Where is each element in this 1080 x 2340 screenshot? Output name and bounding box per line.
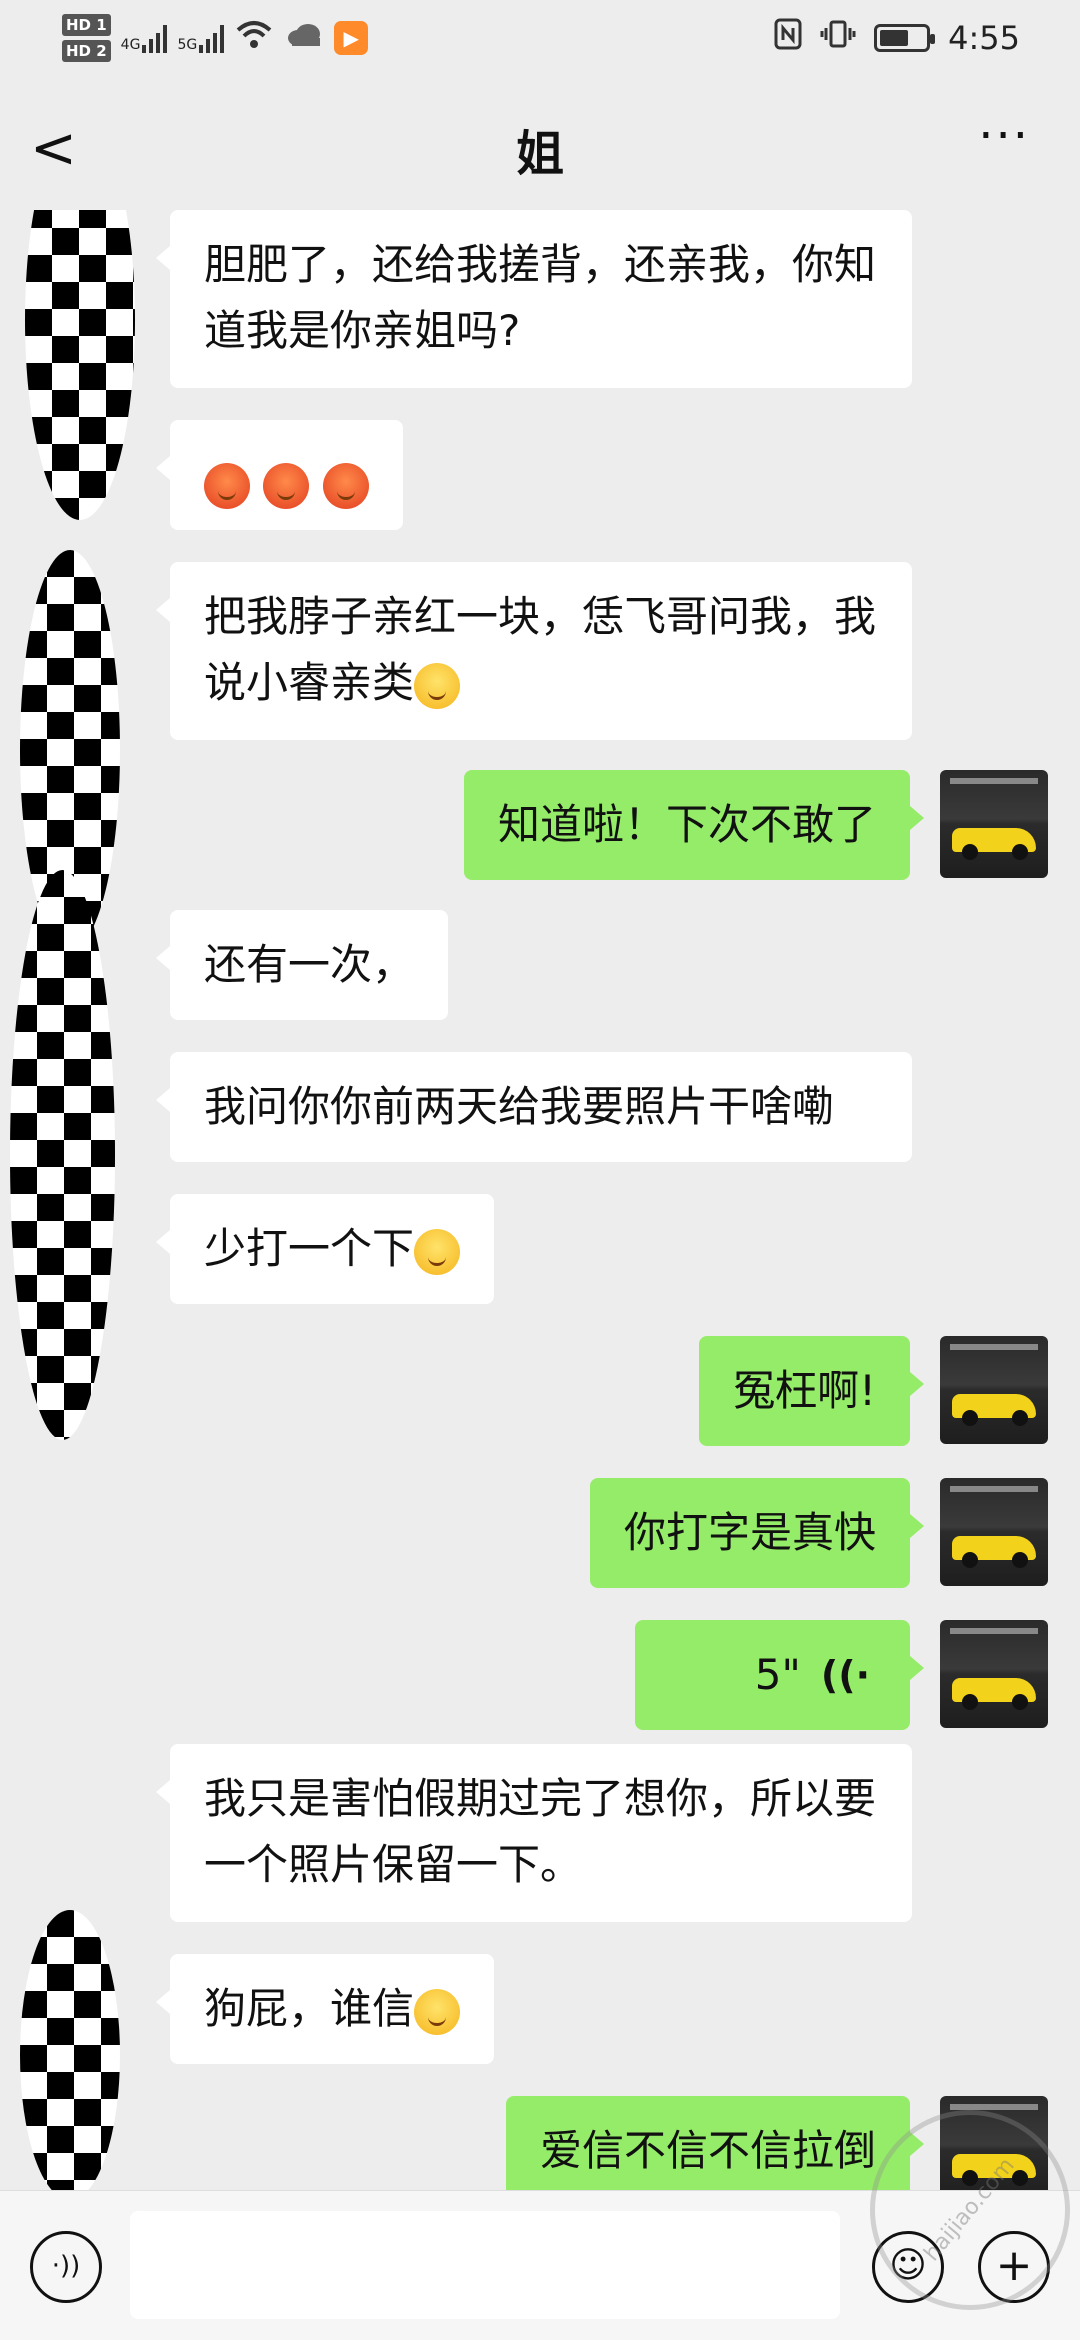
message-text: 还有一次， xyxy=(204,940,415,989)
voice-message-sent[interactable]: 5" ((· xyxy=(635,1620,924,1730)
message-text: 把我脖子亲红一块，恁飞哥问我，我说小睿亲类 xyxy=(204,592,877,707)
voice-duration: 5" xyxy=(754,1650,801,1699)
chat-title: 姐 xyxy=(515,126,564,182)
message-bubble[interactable]: 还有一次， xyxy=(155,910,449,1020)
contact-avatar-obscured[interactable] xyxy=(10,870,115,1440)
message-sent[interactable]: 你打字是真快 xyxy=(589,1478,925,1588)
sim2-badge: HD 2 xyxy=(62,40,111,62)
voice-wave-icon: ((· xyxy=(820,1653,870,1697)
thinking-face-icon xyxy=(414,1228,461,1275)
message-bubble[interactable]: 冤枉啊! xyxy=(699,1336,924,1446)
app-notification-icon: ▶ xyxy=(334,21,369,55)
message-bubble[interactable]: 胆肥了，还给我搓背，还亲我，你知道我是你亲姐吗? xyxy=(156,210,912,388)
message-bubble[interactable]: 狗屁，谁信 xyxy=(155,1954,495,2064)
message-bubble[interactable] xyxy=(156,420,403,530)
message-sent[interactable]: 知道啦！下次不敢了 xyxy=(463,770,925,880)
message-received[interactable]: 我问你你前两天给我要照片干啥嘞 xyxy=(156,1052,912,1162)
message-input[interactable] xyxy=(130,2211,840,2319)
message-received[interactable]: 胆肥了，还给我搓背，还亲我，你知道我是你亲姐吗? xyxy=(156,210,912,388)
message-sent[interactable]: 爱信不信不信拉倒 xyxy=(505,2096,925,2190)
nfc-icon xyxy=(774,18,802,58)
voice-input-button[interactable]: ·)) xyxy=(30,2231,102,2303)
angry-face-icon xyxy=(322,462,369,509)
more-options-button[interactable]: ··· xyxy=(978,108,1030,164)
signal-4g: 4G xyxy=(121,23,168,53)
message-bubble[interactable]: 知道啦！下次不敢了 xyxy=(463,770,925,880)
sim1-badge: HD 1 xyxy=(62,14,111,36)
cloud-icon xyxy=(284,21,324,56)
message-text: 爱信不信不信拉倒 xyxy=(539,2126,876,2175)
message-bubble[interactable]: 少打一个下 xyxy=(155,1194,495,1304)
message-received[interactable]: 我只是害怕假期过完了想你，所以要一个照片保留一下。 xyxy=(156,1744,912,1922)
net2-label: 5G xyxy=(177,37,198,53)
winking-face-icon xyxy=(414,1988,461,2035)
smiling-face-icon xyxy=(414,662,461,709)
chat-header: < 姐 ··· xyxy=(0,80,1080,210)
message-received[interactable]: 少打一个下 xyxy=(155,1194,495,1304)
message-bubble[interactable]: 把我脖子亲红一块，恁飞哥问我，我说小睿亲类 xyxy=(156,562,912,740)
signal-bars-icon xyxy=(142,23,168,53)
message-received[interactable] xyxy=(156,420,403,530)
wifi-icon xyxy=(234,18,274,58)
status-right: 4:55 xyxy=(774,18,1020,58)
user-avatar[interactable] xyxy=(940,770,1048,878)
message-received[interactable]: 把我脖子亲红一块，恁飞哥问我，我说小睿亲类 xyxy=(156,562,912,740)
contact-avatar-obscured[interactable] xyxy=(20,1910,120,2190)
angry-face-icon xyxy=(263,462,310,509)
contact-avatar-obscured[interactable] xyxy=(25,210,135,520)
message-text: 我只是害怕假期过完了想你，所以要一个照片保留一下。 xyxy=(204,1774,877,1889)
message-text: 知道啦！下次不敢了 xyxy=(497,800,876,849)
net1-label: 4G xyxy=(120,37,141,53)
message-list[interactable]: 胆肥了，还给我搓背，还亲我，你知道我是你亲姐吗? 把我脖子亲红一块，恁飞哥问我，… xyxy=(0,210,1080,2190)
message-text: 少打一个下 xyxy=(204,1224,415,1273)
message-received[interactable]: 还有一次， xyxy=(155,910,449,1020)
signal-bars-icon xyxy=(199,23,225,53)
vibrate-icon xyxy=(820,18,856,58)
message-bubble[interactable]: 你打字是真快 xyxy=(589,1478,925,1588)
message-sent[interactable]: 冤枉啊! xyxy=(699,1336,924,1446)
voice-message-bubble[interactable]: 5" ((· xyxy=(635,1620,924,1730)
message-text: 胆肥了，还给我搓背，还亲我，你知道我是你亲姐吗? xyxy=(204,240,877,355)
message-bubble[interactable]: 我只是害怕假期过完了想你，所以要一个照片保留一下。 xyxy=(156,1744,912,1922)
clock: 4:55 xyxy=(948,19,1020,57)
message-bubble[interactable]: 爱信不信不信拉倒 xyxy=(505,2096,925,2190)
signal-5g: 5G xyxy=(177,23,225,53)
message-bubble[interactable]: 我问你你前两天给我要照片干啥嘞 xyxy=(156,1052,912,1162)
battery-icon xyxy=(874,24,936,52)
user-avatar[interactable] xyxy=(940,1620,1048,1728)
message-text: 我问你你前两天给我要照片干啥嘞 xyxy=(204,1082,835,1131)
message-text: 冤枉啊! xyxy=(733,1366,876,1415)
sim-indicators: HD 1 HD 2 xyxy=(62,14,111,62)
message-text: 狗屁，谁信 xyxy=(204,1984,415,2033)
angry-face-icon xyxy=(204,462,250,509)
status-bar: HD 1 HD 2 4G 5G ▶ 4:55 xyxy=(0,0,1080,80)
status-left: HD 1 HD 2 4G 5G ▶ xyxy=(62,14,369,62)
user-avatar[interactable] xyxy=(940,1478,1048,1586)
user-avatar[interactable] xyxy=(940,1336,1048,1444)
message-received[interactable]: 狗屁，谁信 xyxy=(155,1954,495,2064)
message-text: 你打字是真快 xyxy=(623,1508,876,1557)
